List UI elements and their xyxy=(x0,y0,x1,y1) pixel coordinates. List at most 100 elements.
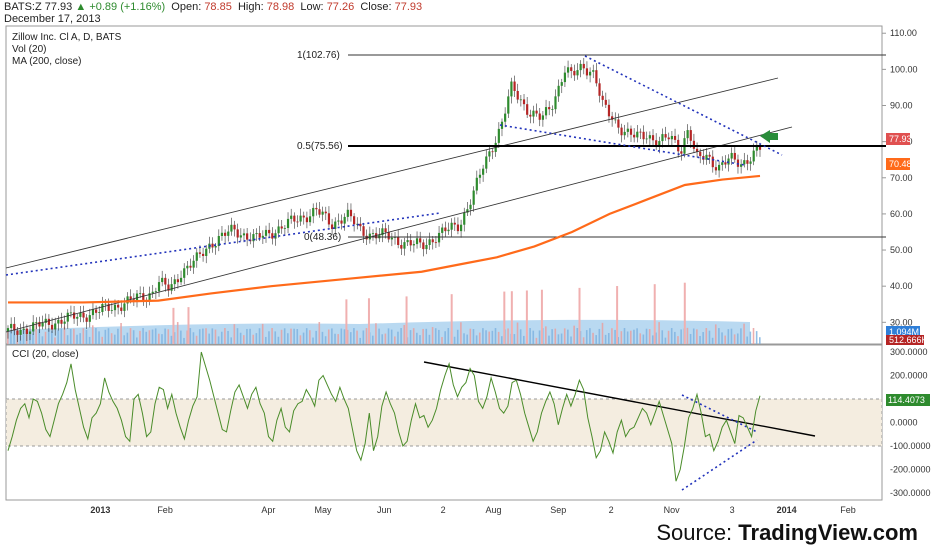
volume-bar xyxy=(271,328,273,344)
candle-body xyxy=(717,164,721,171)
candle-body xyxy=(387,232,390,240)
candle-body xyxy=(585,68,589,76)
volume-bar xyxy=(73,328,75,344)
candle-body xyxy=(437,232,441,243)
fib-level-1-label: 1(102.76) xyxy=(297,50,340,61)
volume-bar xyxy=(299,335,302,344)
candle-body xyxy=(441,227,444,233)
volume-bar xyxy=(309,330,311,344)
candle-body xyxy=(239,235,242,238)
volume-spike-bar xyxy=(578,287,581,344)
candle-body xyxy=(444,227,447,232)
candle-body xyxy=(507,96,510,114)
volume-bar xyxy=(390,329,393,344)
volume-bar xyxy=(258,328,261,344)
candle-body xyxy=(541,115,544,120)
volume-bar xyxy=(242,335,245,344)
volume-bar xyxy=(689,333,692,344)
volume-bar xyxy=(733,334,736,344)
volume-bar xyxy=(353,328,355,344)
volume-bar xyxy=(598,328,601,344)
candle-body xyxy=(41,322,44,327)
volume-bar xyxy=(268,331,270,344)
fib-level-05-label: 0.5(75.56) xyxy=(297,141,343,152)
candle-body xyxy=(708,154,711,157)
candle-body xyxy=(135,293,139,301)
candle-body xyxy=(170,284,173,291)
volume-bar xyxy=(696,329,698,344)
candle-body xyxy=(664,134,667,138)
volume-bar xyxy=(570,336,572,344)
price-chart[interactable]: 110.00100.0090.0080.0070.0060.0050.0040.… xyxy=(0,0,932,550)
volume-bar xyxy=(460,322,462,344)
candle-body xyxy=(529,114,532,117)
volume-spike-bar xyxy=(503,291,506,344)
volume-bar xyxy=(563,328,566,344)
candle-body xyxy=(557,85,560,97)
volume-bar xyxy=(110,333,113,344)
candle-body xyxy=(425,244,428,250)
candle-body xyxy=(434,242,438,244)
volume-bar xyxy=(730,328,733,344)
candle-body xyxy=(104,303,107,305)
cci-overbought-oversold-band xyxy=(5,398,883,447)
candle-body xyxy=(475,177,478,191)
candle-body xyxy=(491,151,494,153)
volume-bar xyxy=(296,329,299,344)
candle-body xyxy=(113,304,117,311)
candle-body xyxy=(450,222,453,230)
volume-bar xyxy=(79,333,81,344)
candle-body xyxy=(154,291,157,292)
volume-bar xyxy=(705,328,708,344)
volume-bar xyxy=(293,328,295,344)
cci-wedge-lower-line[interactable] xyxy=(681,439,758,491)
candle-body xyxy=(198,252,202,254)
candle-body xyxy=(516,90,519,100)
candle-body xyxy=(10,323,13,329)
ma-200-line xyxy=(8,174,761,304)
volume-bar xyxy=(422,328,424,344)
candle-body xyxy=(98,311,101,313)
candle-body xyxy=(214,246,217,248)
support-dotted-line[interactable] xyxy=(5,212,441,276)
candle-body xyxy=(123,303,126,311)
candle-body xyxy=(54,323,57,330)
volume-bar xyxy=(535,337,538,344)
volume-bar xyxy=(211,328,214,344)
candle-body xyxy=(607,104,611,117)
volume-bar xyxy=(126,332,129,344)
volume-bar xyxy=(708,330,711,344)
candle-body xyxy=(428,239,431,245)
candle-body xyxy=(157,282,161,292)
cci-indicator-label: CCI (20, close) xyxy=(12,349,79,360)
volume-bar xyxy=(488,331,491,344)
volume-bar xyxy=(148,330,151,344)
candle-body xyxy=(510,81,513,97)
candle-body xyxy=(63,321,66,324)
candle-body xyxy=(626,128,629,132)
volume-bar xyxy=(41,336,44,344)
volume-bar xyxy=(208,333,210,344)
candle-body xyxy=(327,213,331,225)
candle-body xyxy=(406,240,409,243)
volume-bar xyxy=(633,329,635,344)
volume-bar xyxy=(592,332,594,344)
candle-body xyxy=(419,238,422,243)
candle-body xyxy=(390,237,393,240)
volume-bar xyxy=(652,335,654,344)
volume-bar xyxy=(664,337,667,344)
volume-bar xyxy=(548,335,550,344)
candle-body xyxy=(95,309,98,313)
volume-bar xyxy=(538,330,541,344)
candle-body xyxy=(548,107,551,110)
volume-bar xyxy=(397,331,399,344)
time-tick-label: Sep xyxy=(550,505,566,515)
volume-bar xyxy=(491,330,494,344)
volume-bar xyxy=(230,337,232,344)
volume-bar xyxy=(585,330,588,344)
candle-body xyxy=(519,99,522,101)
candle-body xyxy=(349,209,353,217)
candle-body xyxy=(636,131,639,138)
candle-body xyxy=(308,216,312,223)
volume-bar xyxy=(604,334,607,344)
